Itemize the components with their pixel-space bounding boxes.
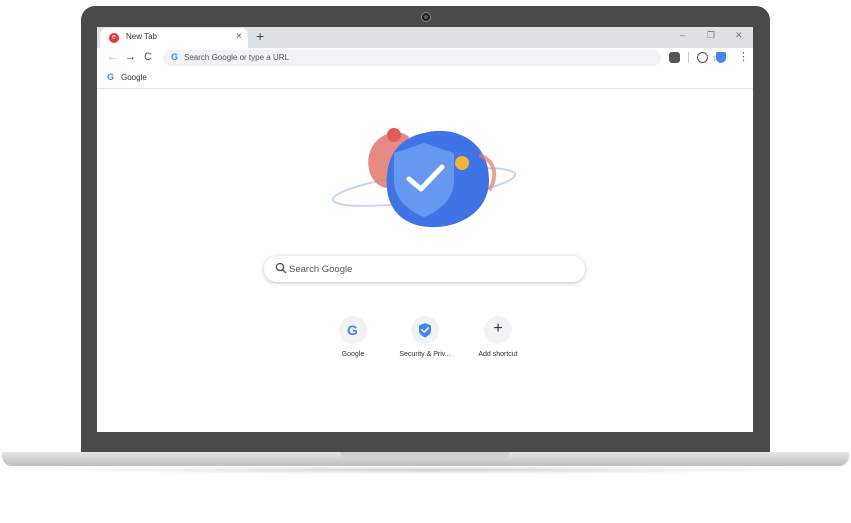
toolbar-divider [688, 52, 689, 63]
shortcut-add[interactable]: + Add shortcut [458, 316, 538, 358]
tab-favicon-icon: e [109, 33, 119, 43]
shortcut-add-circle: + [484, 316, 512, 344]
restore-icon[interactable]: ❐ [707, 30, 715, 41]
extension-icon[interactable] [669, 52, 680, 63]
google-g-icon: G [347, 322, 358, 338]
google-bookmark-icon: G [107, 72, 115, 82]
profile-icon[interactable] [697, 52, 708, 63]
laptop-base-notch [340, 452, 510, 458]
security-illustration [331, 128, 517, 228]
shortcut-label: Add shortcut [478, 351, 518, 358]
back-arrow-icon[interactable]: ← [107, 51, 118, 63]
browser-window: e New Tab × + – ❐ ✕ ← → C G Search Googl… [97, 27, 753, 432]
search-box[interactable]: Search Google [264, 256, 585, 282]
tab-close-icon[interactable]: × [236, 31, 242, 42]
laptop-shadow [40, 466, 811, 474]
close-window-icon[interactable]: ✕ [735, 30, 743, 41]
tab-title: New Tab [126, 32, 157, 41]
forward-arrow-icon[interactable]: → [125, 51, 136, 63]
new-tab-button[interactable]: + [256, 28, 264, 44]
shortcut-google-circle: G [339, 316, 367, 344]
search-icon [275, 262, 287, 274]
search-placeholder: Search Google [289, 264, 353, 275]
shield-extension-icon[interactable] [716, 52, 726, 63]
toolbar: ← → C G Search Google or type a URL ☆ ⋮ [97, 48, 753, 68]
shortcut-security-circle [411, 316, 439, 344]
shortcut-label: Google [341, 351, 365, 358]
plus-icon: + [493, 320, 503, 337]
tab-new-tab[interactable]: e New Tab × [100, 28, 248, 48]
shortcut-security-privacy[interactable]: Security & Priv... [385, 316, 465, 358]
bookmarks-bar: G Google [97, 68, 753, 89]
omnibox[interactable]: G Search Google or type a URL ☆ [163, 50, 721, 66]
laptop-camera [421, 12, 431, 22]
minimize-icon[interactable]: – [680, 30, 685, 40]
shortcut-label: Security & Priv... [399, 351, 451, 358]
reload-icon[interactable]: C [144, 51, 152, 63]
omnibox-placeholder: Search Google or type a URL [184, 53, 289, 62]
menu-icon[interactable]: ⋮ [738, 50, 749, 63]
tab-strip: e New Tab × + – ❐ ✕ [97, 27, 753, 48]
google-g-icon: G [171, 52, 179, 62]
shield-check-icon [419, 323, 431, 338]
bookmark-google[interactable]: Google [121, 73, 147, 82]
shortcut-google[interactable]: G Google [313, 316, 393, 358]
